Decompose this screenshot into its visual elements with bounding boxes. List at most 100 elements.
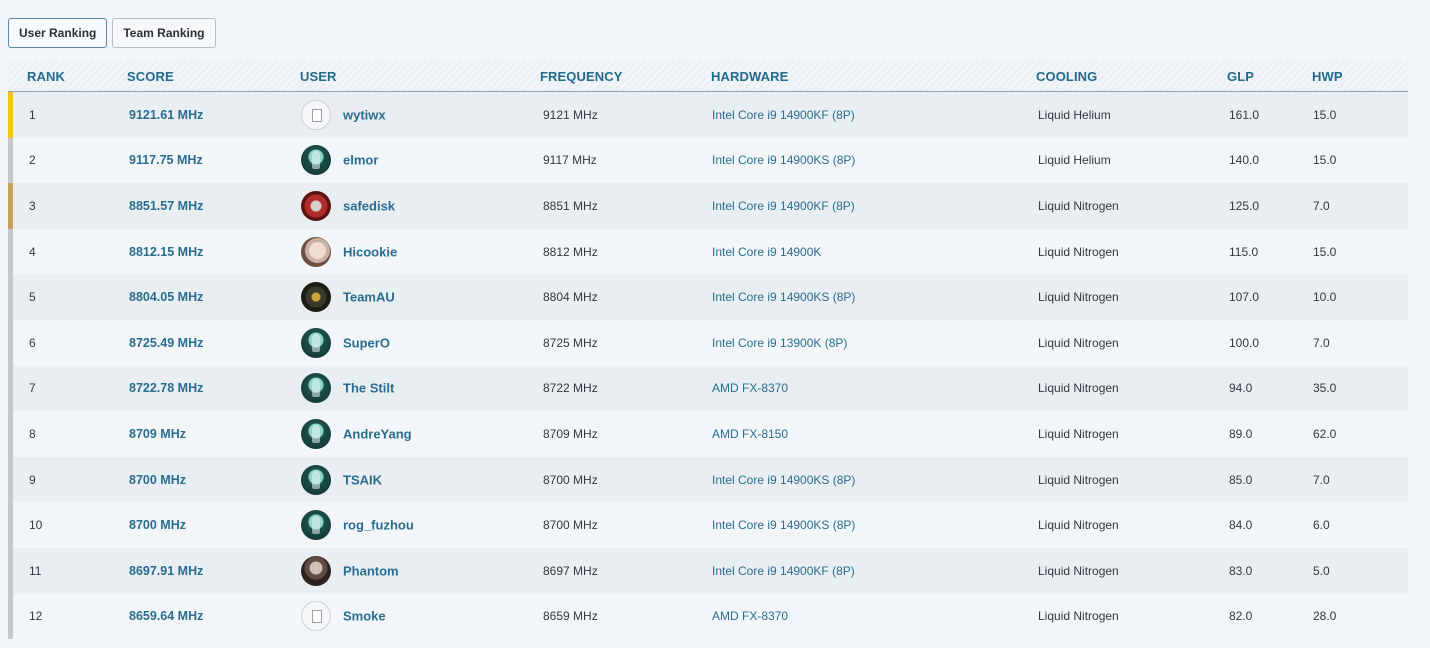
- tab-team-ranking[interactable]: Team Ranking: [112, 18, 216, 48]
- broken-image-icon[interactable]: [301, 601, 331, 632]
- header-score[interactable]: SCORE: [127, 69, 174, 84]
- frequency-cell: 8812 MHz: [543, 244, 598, 259]
- frequency-cell: 9121 MHz: [543, 107, 598, 122]
- cooling-cell: Liquid Nitrogen: [1038, 518, 1119, 533]
- avatar[interactable]: [301, 282, 331, 313]
- user-link[interactable]: elmor: [343, 153, 378, 168]
- header-frequency[interactable]: FREQUENCY: [540, 69, 623, 84]
- score-link[interactable]: 8851.57 MHz: [129, 199, 203, 213]
- hardware-link[interactable]: Intel Core i9 14900KS (8P): [712, 153, 855, 167]
- cooling-cell: Liquid Nitrogen: [1038, 335, 1119, 350]
- user-link[interactable]: AndreYang: [343, 426, 412, 441]
- score-link[interactable]: 9121.61 MHz: [129, 108, 203, 122]
- score-link[interactable]: 8659.64 MHz: [129, 609, 203, 623]
- score-link[interactable]: 8722.78 MHz: [129, 381, 203, 395]
- frequency-cell: 8659 MHz: [543, 609, 598, 624]
- table-row: 10 8700 MHz rog_fuzhou 8700 MHz Intel Core i…: [8, 502, 1408, 548]
- hardware-link[interactable]: Intel Core i9 14900KF (8P): [712, 199, 855, 213]
- hardware-link[interactable]: Intel Core i9 14900KF (8P): [712, 564, 855, 578]
- avatar[interactable]: [301, 464, 331, 495]
- user-link[interactable]: SuperO: [343, 335, 390, 350]
- rank-indicator-bar: [8, 228, 13, 275]
- hwp-cell: 15.0: [1313, 153, 1337, 168]
- glp-cell: 84.0: [1229, 518, 1253, 533]
- user-link[interactable]: Phantom: [343, 563, 399, 578]
- score-link[interactable]: 9117.75 MHz: [129, 153, 203, 167]
- user-link[interactable]: TeamAU: [343, 290, 395, 305]
- frequency-cell: 8725 MHz: [543, 335, 598, 350]
- hardware-link[interactable]: AMD FX-8370: [712, 609, 788, 623]
- rank-cell: 7: [29, 381, 36, 396]
- glp-cell: 140.0: [1229, 153, 1260, 168]
- cooling-cell: Liquid Nitrogen: [1038, 290, 1119, 305]
- hwp-cell: 15.0: [1313, 244, 1337, 259]
- hwp-cell: 6.0: [1313, 518, 1330, 533]
- hardware-link[interactable]: Intel Core i9 13900K (8P): [712, 336, 847, 350]
- score-link[interactable]: 8725.49 MHz: [129, 336, 203, 350]
- hardware-link[interactable]: Intel Core i9 14900KS (8P): [712, 290, 855, 304]
- user-link[interactable]: safedisk: [343, 198, 395, 213]
- rank-cell: 1: [29, 107, 36, 122]
- glp-cell: 115.0: [1229, 244, 1259, 259]
- avatar[interactable]: [301, 145, 331, 176]
- rank-cell: 9: [29, 472, 36, 487]
- avatar[interactable]: [301, 190, 331, 221]
- user-link[interactable]: Smoke: [343, 609, 386, 624]
- rank-indicator-bar: [8, 593, 13, 640]
- glp-cell: 125.0: [1229, 198, 1260, 213]
- hardware-link[interactable]: AMD FX-8150: [712, 427, 788, 441]
- score-link[interactable]: 8697.91 MHz: [129, 564, 203, 578]
- user-link[interactable]: Hicookie: [343, 244, 397, 259]
- frequency-cell: 8851 MHz: [543, 198, 598, 213]
- score-link[interactable]: 8812.15 MHz: [129, 245, 203, 259]
- table-row: 8 8709 MHz AndreYang 8709 MHz AMD FX-8150 Liq…: [8, 411, 1408, 457]
- mask-figure-icon: [312, 470, 320, 489]
- ranking-tabs: User Ranking Team Ranking: [8, 18, 216, 48]
- hwp-cell: 15.0: [1313, 107, 1337, 122]
- glp-cell: 85.0: [1229, 472, 1253, 487]
- hardware-link[interactable]: AMD FX-8370: [712, 381, 788, 395]
- cooling-cell: Liquid Nitrogen: [1038, 563, 1119, 578]
- avatar[interactable]: [301, 236, 331, 267]
- broken-image-icon[interactable]: [301, 99, 331, 130]
- rank-cell: 12: [29, 609, 43, 624]
- user-link[interactable]: rog_fuzhou: [343, 518, 414, 533]
- table-row: 1 9121.61 MHz wytiwx 9121 MHz Intel Core i9 …: [8, 92, 1408, 138]
- table-row: 7 8722.78 MHz The Stilt 8722 MHz AMD FX-8370…: [8, 365, 1408, 412]
- cooling-cell: Liquid Nitrogen: [1038, 198, 1119, 213]
- user-link[interactable]: wytiwx: [343, 107, 386, 122]
- cooling-cell: Liquid Helium: [1038, 153, 1111, 168]
- header-rank[interactable]: RANK: [27, 69, 65, 84]
- avatar[interactable]: [301, 418, 331, 449]
- user-link[interactable]: TSAIK: [343, 472, 382, 487]
- glp-cell: 100.0: [1229, 335, 1260, 350]
- hardware-link[interactable]: Intel Core i9 14900KS (8P): [712, 473, 855, 487]
- hardware-link[interactable]: Intel Core i9 14900K: [712, 245, 821, 259]
- hwp-cell: 7.0: [1313, 335, 1330, 350]
- score-link[interactable]: 8709 MHz: [129, 427, 186, 441]
- hardware-link[interactable]: Intel Core i9 14900KF (8P): [712, 108, 855, 122]
- header-user[interactable]: USER: [300, 69, 337, 84]
- mask-figure-icon: [312, 516, 320, 535]
- frequency-cell: 8722 MHz: [543, 381, 598, 396]
- rank-cell: 5: [29, 290, 36, 305]
- avatar[interactable]: [301, 327, 331, 358]
- header-cooling[interactable]: COOLING: [1036, 69, 1097, 84]
- hwp-cell: 35.0: [1313, 381, 1337, 396]
- cooling-cell: Liquid Nitrogen: [1038, 426, 1119, 441]
- avatar[interactable]: [301, 510, 331, 541]
- table-row: 4 8812.15 MHz Hicookie 8812 MHz Intel Core i…: [8, 228, 1408, 275]
- score-link[interactable]: 8700 MHz: [129, 473, 186, 487]
- hardware-link[interactable]: Intel Core i9 14900KS (8P): [712, 518, 855, 532]
- cooling-cell: Liquid Helium: [1038, 107, 1111, 122]
- user-link[interactable]: The Stilt: [343, 381, 394, 396]
- tab-user-ranking[interactable]: User Ranking: [8, 18, 108, 48]
- rank-indicator-bar: [8, 92, 13, 138]
- header-hardware[interactable]: HARDWARE: [711, 69, 788, 84]
- score-link[interactable]: 8700 MHz: [129, 518, 186, 532]
- avatar[interactable]: [301, 373, 331, 404]
- header-glp[interactable]: GLP: [1227, 69, 1254, 84]
- avatar[interactable]: [301, 555, 331, 586]
- header-hwp[interactable]: HWP: [1312, 69, 1343, 84]
- score-link[interactable]: 8804.05 MHz: [129, 290, 203, 304]
